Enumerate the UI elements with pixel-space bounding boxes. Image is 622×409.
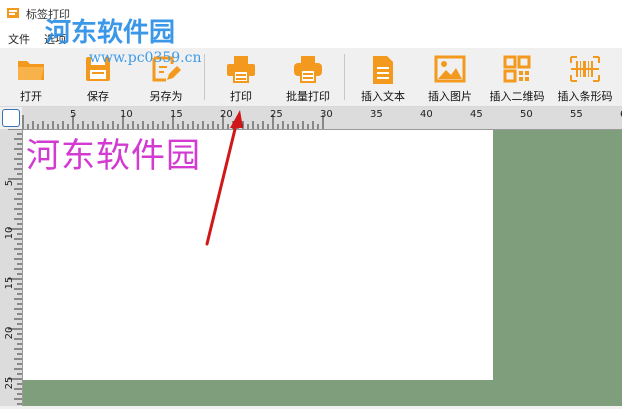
- menu-item-file[interactable]: 文件: [8, 31, 30, 47]
- batch-printer-icon: [294, 56, 322, 83]
- barcode-icon: [570, 56, 600, 82]
- horizontal-ruler: 5101520253035404550556: [22, 107, 622, 130]
- printer-icon: [227, 56, 255, 83]
- toolbar-separator: [204, 54, 205, 100]
- batch-print-button[interactable]: 批量打印: [276, 48, 340, 106]
- open-button-label: 打开: [20, 90, 42, 103]
- save-button-label: 保存: [87, 90, 109, 103]
- watermark-url: www.pc0359.cn: [89, 50, 202, 66]
- toolbar-separator: [344, 54, 345, 100]
- insert-qrcode-button[interactable]: 插入二维码: [484, 48, 550, 106]
- label-text-element[interactable]: 河东软件园: [26, 128, 201, 177]
- ruler-label: 15: [4, 277, 15, 290]
- ruler-unit-toggle[interactable]: [2, 109, 20, 127]
- image-icon: [434, 55, 466, 83]
- vertical-ruler: 5 10 15 20 25: [0, 128, 23, 406]
- ruler-label: 50: [520, 109, 533, 120]
- ruler-label: 20: [220, 109, 233, 120]
- ruler-label: 15: [170, 109, 183, 120]
- ruler-label: 25: [4, 377, 15, 390]
- app-icon: [7, 8, 19, 18]
- horizontal-ruler-scale: 5101520253035404550556: [22, 109, 622, 129]
- ruler-label: 55: [570, 109, 583, 120]
- ruler-label: 10: [4, 227, 15, 240]
- print-button-label: 打印: [230, 90, 252, 103]
- save-as-button-label: 另存为: [149, 90, 183, 103]
- ruler-label: 30: [320, 109, 333, 120]
- folder-icon: [18, 61, 44, 80]
- insert-image-button-label: 插入图片: [428, 90, 472, 103]
- insert-text-button-label: 插入文本: [361, 90, 405, 103]
- ruler-label: 35: [370, 109, 383, 120]
- document-icon: [373, 56, 393, 84]
- insert-text-button[interactable]: 插入文本: [354, 48, 412, 106]
- ruler-label: 20: [4, 327, 15, 340]
- print-button[interactable]: 打印: [214, 48, 268, 106]
- insert-qrcode-button-label: 插入二维码: [489, 90, 545, 103]
- ruler-corner: [0, 107, 22, 129]
- ruler-label: 10: [120, 109, 133, 120]
- ruler-label: 40: [420, 109, 433, 120]
- ruler-label: 25: [270, 109, 283, 120]
- insert-barcode-button-label: 插入条形码: [557, 90, 613, 103]
- batch-print-button-label: 批量打印: [286, 90, 330, 103]
- open-button[interactable]: 打开: [4, 48, 58, 106]
- ruler-label: 45: [470, 109, 483, 120]
- insert-barcode-button[interactable]: 插入条形码: [552, 48, 618, 106]
- qrcode-icon: [503, 55, 531, 83]
- ruler-label: 5: [4, 180, 15, 186]
- watermark-logo: 河东软件园: [45, 18, 176, 48]
- vertical-ruler-scale: 5 10 15 20 25: [4, 128, 22, 405]
- ruler-label: 5: [70, 109, 76, 120]
- insert-image-button[interactable]: 插入图片: [420, 48, 480, 106]
